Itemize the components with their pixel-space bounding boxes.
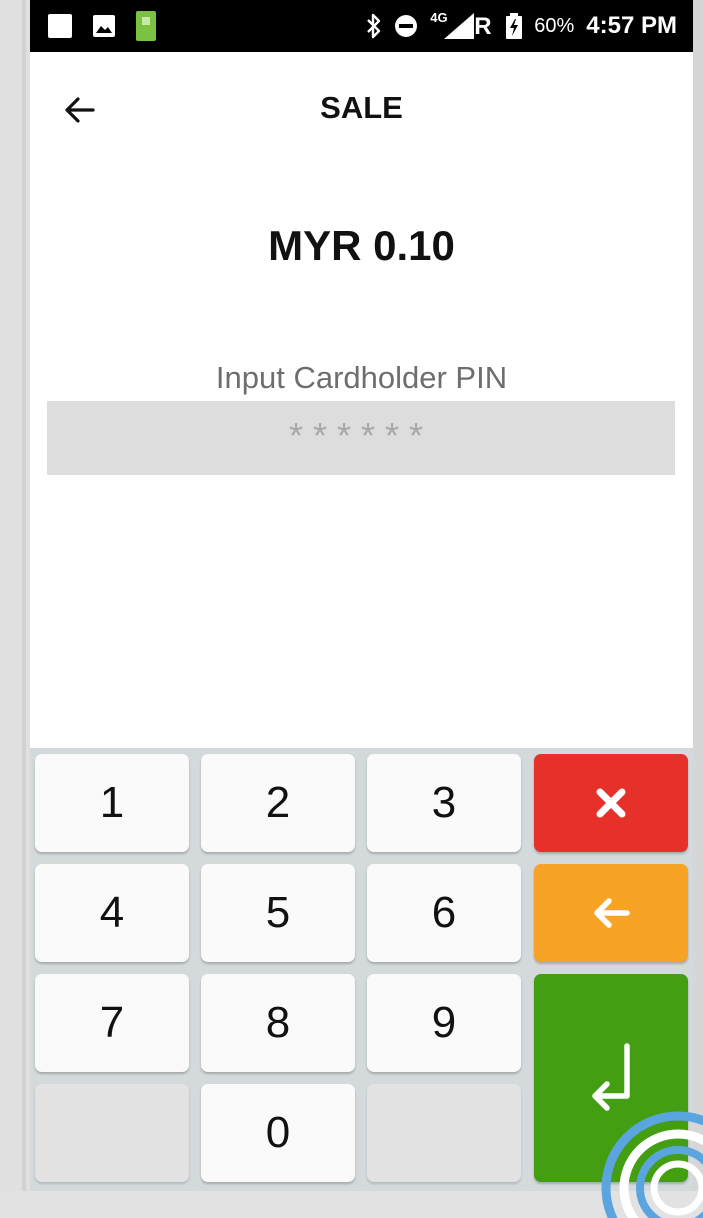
signal-indicator: 4G R bbox=[430, 10, 494, 40]
do-not-disturb-icon bbox=[395, 15, 418, 37]
system-status-icons: 4G R 60% 4:57 PM bbox=[366, 10, 677, 42]
battery-charging-icon bbox=[506, 13, 523, 39]
blank-key-right bbox=[367, 1084, 521, 1182]
square-notification-icon bbox=[48, 14, 72, 38]
page-title: SALE bbox=[320, 90, 403, 125]
contactless-icon bbox=[601, 1111, 703, 1218]
pin-field[interactable]: ****** bbox=[47, 401, 675, 475]
header: SALE bbox=[30, 52, 693, 162]
backspace-button[interactable] bbox=[534, 864, 688, 962]
frame-right-edge bbox=[693, 0, 703, 1191]
pin-label: Input Cardholder PIN bbox=[215, 360, 508, 395]
arrow-left-icon bbox=[594, 898, 630, 928]
key-2[interactable]: 2 bbox=[201, 754, 355, 852]
device-frame: 4G R 60% 4:57 PM SALE MYR 0.10 Input Car… bbox=[0, 0, 703, 1218]
key-5[interactable]: 5 bbox=[201, 864, 355, 962]
battery-percent: 60% bbox=[534, 14, 575, 37]
frame-left-edge bbox=[0, 0, 30, 1191]
key-3[interactable]: 3 bbox=[367, 754, 521, 852]
status-bar: 4G R 60% 4:57 PM bbox=[30, 0, 693, 52]
key-8[interactable]: 8 bbox=[201, 974, 355, 1072]
app-notification-icon bbox=[136, 11, 156, 41]
signal-icon bbox=[444, 13, 475, 39]
cancel-button[interactable] bbox=[534, 754, 688, 852]
key-1[interactable]: 1 bbox=[35, 754, 189, 852]
x-icon bbox=[596, 788, 626, 818]
roaming-indicator: R bbox=[474, 13, 492, 40]
key-4[interactable]: 4 bbox=[35, 864, 189, 962]
key-7[interactable]: 7 bbox=[35, 974, 189, 1072]
key-0[interactable]: 0 bbox=[201, 1084, 355, 1182]
image-icon bbox=[93, 15, 115, 37]
app-screen: 4G R 60% 4:57 PM SALE MYR 0.10 Input Car… bbox=[30, 0, 693, 1191]
bluetooth-icon bbox=[367, 13, 381, 39]
sale-amount: MYR 0.10 bbox=[268, 222, 455, 269]
key-9[interactable]: 9 bbox=[367, 974, 521, 1072]
clock: 4:57 PM bbox=[586, 12, 677, 39]
blank-key-left bbox=[35, 1084, 189, 1182]
key-6[interactable]: 6 bbox=[367, 864, 521, 962]
